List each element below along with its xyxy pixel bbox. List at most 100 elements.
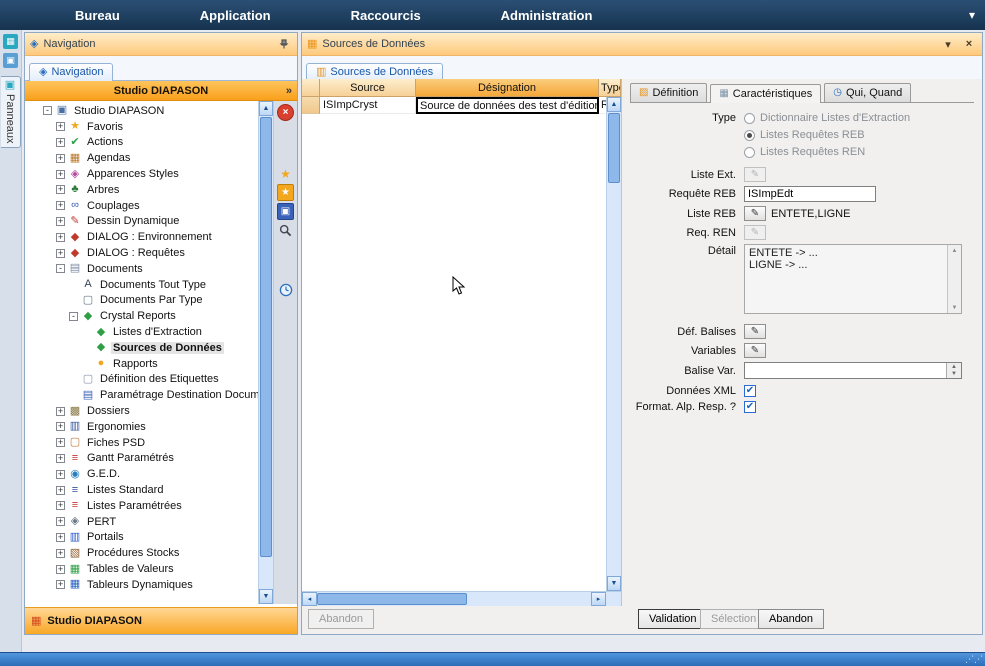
close-red-icon[interactable]: × bbox=[277, 104, 294, 121]
tree-item[interactable]: ◆ Crystal Reports bbox=[25, 308, 258, 324]
tree-expander-icon[interactable] bbox=[56, 122, 65, 131]
tree-item[interactable]: ▧ Procédures Stocks bbox=[25, 545, 258, 561]
tree-expander-icon[interactable] bbox=[56, 138, 65, 147]
tree-item[interactable]: ▦ Tableurs Dynamiques bbox=[25, 577, 258, 593]
radio-option[interactable]: Listes Requêtes REB bbox=[744, 129, 910, 141]
scroll-left-icon[interactable]: ◂ bbox=[302, 592, 317, 606]
panneaux-tab[interactable]: ▣ Panneaux bbox=[1, 76, 21, 148]
history-clock-icon[interactable] bbox=[277, 281, 295, 298]
liste-reb-edit-icon[interactable]: ✎ bbox=[744, 206, 766, 221]
tree-expander-icon[interactable] bbox=[69, 312, 78, 321]
scroll-down-icon[interactable]: ▼ bbox=[607, 576, 621, 591]
menu-item[interactable]: Administration bbox=[501, 8, 593, 23]
tree-item[interactable]: A Documents Tout Type bbox=[25, 277, 258, 293]
tree-item[interactable]: ▦ Tables de Valeurs bbox=[25, 561, 258, 577]
balise-var-input[interactable] bbox=[745, 363, 946, 378]
tree-expander-icon[interactable] bbox=[56, 580, 65, 589]
validation-button[interactable]: Validation bbox=[638, 609, 708, 629]
abandon-grid-button[interactable]: Abandon bbox=[308, 609, 374, 629]
tree-expander-icon[interactable] bbox=[56, 422, 65, 431]
tree-expander-icon[interactable] bbox=[56, 501, 65, 510]
dock-icon[interactable]: ▦ bbox=[3, 34, 18, 49]
tree-expander-icon[interactable] bbox=[56, 233, 65, 242]
tree-item[interactable]: ◉ G.E.D. bbox=[25, 466, 258, 482]
tree-item[interactable]: ▢ Documents Par Type bbox=[25, 293, 258, 309]
tree-item[interactable]: ▢ Fiches PSD bbox=[25, 435, 258, 451]
window-chevron-down-icon[interactable]: ▾ bbox=[940, 36, 956, 52]
tree-expander-icon[interactable] bbox=[56, 201, 65, 210]
favorite-add-icon[interactable]: ★ bbox=[277, 184, 294, 201]
scroll-up-icon[interactable]: ▲ bbox=[607, 97, 621, 112]
favorite-star-icon[interactable]: ★ bbox=[277, 165, 295, 182]
tree-expander-icon[interactable] bbox=[56, 470, 65, 479]
tree-item[interactable]: ≡ Listes Paramétrées bbox=[25, 498, 258, 514]
tree-item[interactable]: ▢ Définition des Etiquettes bbox=[25, 372, 258, 388]
grid-column-source[interactable]: Source bbox=[320, 79, 416, 97]
tree-item[interactable]: ≡ Gantt Paramétrés bbox=[25, 451, 258, 467]
tree-expander-icon[interactable] bbox=[56, 185, 65, 194]
tree-item[interactable]: ◆ Sources de Données bbox=[25, 340, 258, 356]
menu-item[interactable]: Bureau bbox=[75, 8, 120, 23]
donnees-xml-checkbox[interactable]: ✔ bbox=[744, 385, 756, 397]
tree-item[interactable]: ▥ Ergonomies bbox=[25, 419, 258, 435]
scrollbar-thumb[interactable] bbox=[260, 117, 272, 557]
grid-column-type[interactable]: Type bbox=[599, 79, 621, 97]
tree-item[interactable]: ★ Favoris bbox=[25, 119, 258, 135]
cell-source[interactable]: ISImpCryst bbox=[320, 97, 416, 114]
tree-expander-icon[interactable] bbox=[56, 454, 65, 463]
dock-icon[interactable]: ▣ bbox=[3, 53, 18, 68]
detail-tab[interactable]: ▦ Caractéristiques bbox=[710, 84, 821, 103]
scroll-down-icon[interactable]: ▼ bbox=[259, 589, 273, 604]
window-close-icon[interactable]: × bbox=[961, 36, 977, 52]
radio-icon[interactable] bbox=[744, 147, 755, 158]
tree-item[interactable]: ▤ Paramétrage Destination Document bbox=[25, 387, 258, 403]
spin-down-icon[interactable]: ▼ bbox=[947, 371, 961, 379]
tree-expander-icon[interactable] bbox=[56, 154, 65, 163]
tree-expander-icon[interactable] bbox=[56, 407, 65, 416]
tree-scrollbar[interactable]: ▲ ▼ bbox=[258, 101, 273, 604]
tree-expander-icon[interactable] bbox=[56, 533, 65, 542]
def-balises-edit-icon[interactable]: ✎ bbox=[744, 324, 766, 339]
tree-item[interactable]: ▦ Agendas bbox=[25, 150, 258, 166]
grid-vertical-scrollbar[interactable]: ▲ ▼ bbox=[606, 97, 621, 591]
tree-expander-icon[interactable] bbox=[56, 170, 65, 179]
tree-item[interactable]: ▤ Documents bbox=[25, 261, 258, 277]
tree-expander-icon[interactable] bbox=[56, 565, 65, 574]
collapse-panel-icon[interactable]: » bbox=[286, 85, 292, 97]
format-alp-checkbox[interactable]: ✔ bbox=[744, 401, 756, 413]
tree-expander-icon[interactable] bbox=[56, 249, 65, 258]
tree-expander-icon[interactable] bbox=[56, 264, 65, 273]
variables-edit-icon[interactable]: ✎ bbox=[744, 343, 766, 358]
tree-expander-icon[interactable] bbox=[56, 549, 65, 558]
chevron-down-icon[interactable]: ▾ bbox=[969, 8, 975, 22]
tree-item[interactable]: ✔ Actions bbox=[25, 135, 258, 151]
scrollbar-thumb[interactable] bbox=[317, 593, 467, 605]
resize-grip-icon[interactable]: ⋰⋰ bbox=[965, 655, 983, 664]
cell-designation-editing[interactable]: Source de données des test d'édition bbox=[416, 97, 599, 114]
tree-item[interactable]: ◆ Listes d'Extraction bbox=[25, 324, 258, 340]
radio-option[interactable]: Dictionnaire Listes d'Extraction bbox=[744, 112, 910, 124]
tree-item[interactable]: ✎ Dessin Dynamique bbox=[25, 214, 258, 230]
tree-item[interactable]: ♣ Arbres bbox=[25, 182, 258, 198]
tree-item[interactable]: ∞ Couplages bbox=[25, 198, 258, 214]
tree-expander-icon[interactable] bbox=[56, 486, 65, 495]
tree-expander-icon[interactable] bbox=[56, 438, 65, 447]
spin-up-icon[interactable]: ▲ bbox=[947, 363, 961, 371]
tree-expander-icon[interactable] bbox=[43, 106, 52, 115]
search-icon[interactable] bbox=[277, 222, 295, 239]
radio-icon[interactable] bbox=[744, 113, 755, 124]
navigation-footer[interactable]: ▦ Studio DIAPASON bbox=[25, 607, 297, 634]
tree-item[interactable]: ≡ Listes Standard bbox=[25, 482, 258, 498]
scroll-up-icon[interactable]: ▲ bbox=[948, 245, 961, 256]
requete-reb-input[interactable] bbox=[744, 186, 876, 202]
abandon-button[interactable]: Abandon bbox=[758, 609, 824, 629]
tree-expander-icon[interactable] bbox=[56, 217, 65, 226]
pin-icon[interactable] bbox=[276, 36, 292, 52]
radio-option[interactable]: Listes Requêtes REN bbox=[744, 146, 910, 158]
panel-toggle-icon[interactable]: ▣ bbox=[277, 203, 294, 220]
table-row[interactable]: ISImpCryst Source de données des test d'… bbox=[302, 97, 621, 114]
tree-item[interactable]: ● Rapports bbox=[25, 356, 258, 372]
detail-scrollbar[interactable]: ▲ ▼ bbox=[947, 245, 961, 313]
detail-tab[interactable]: ◷ Qui, Quand bbox=[824, 83, 911, 102]
balise-var-combo[interactable]: ▲ ▼ bbox=[744, 362, 962, 379]
